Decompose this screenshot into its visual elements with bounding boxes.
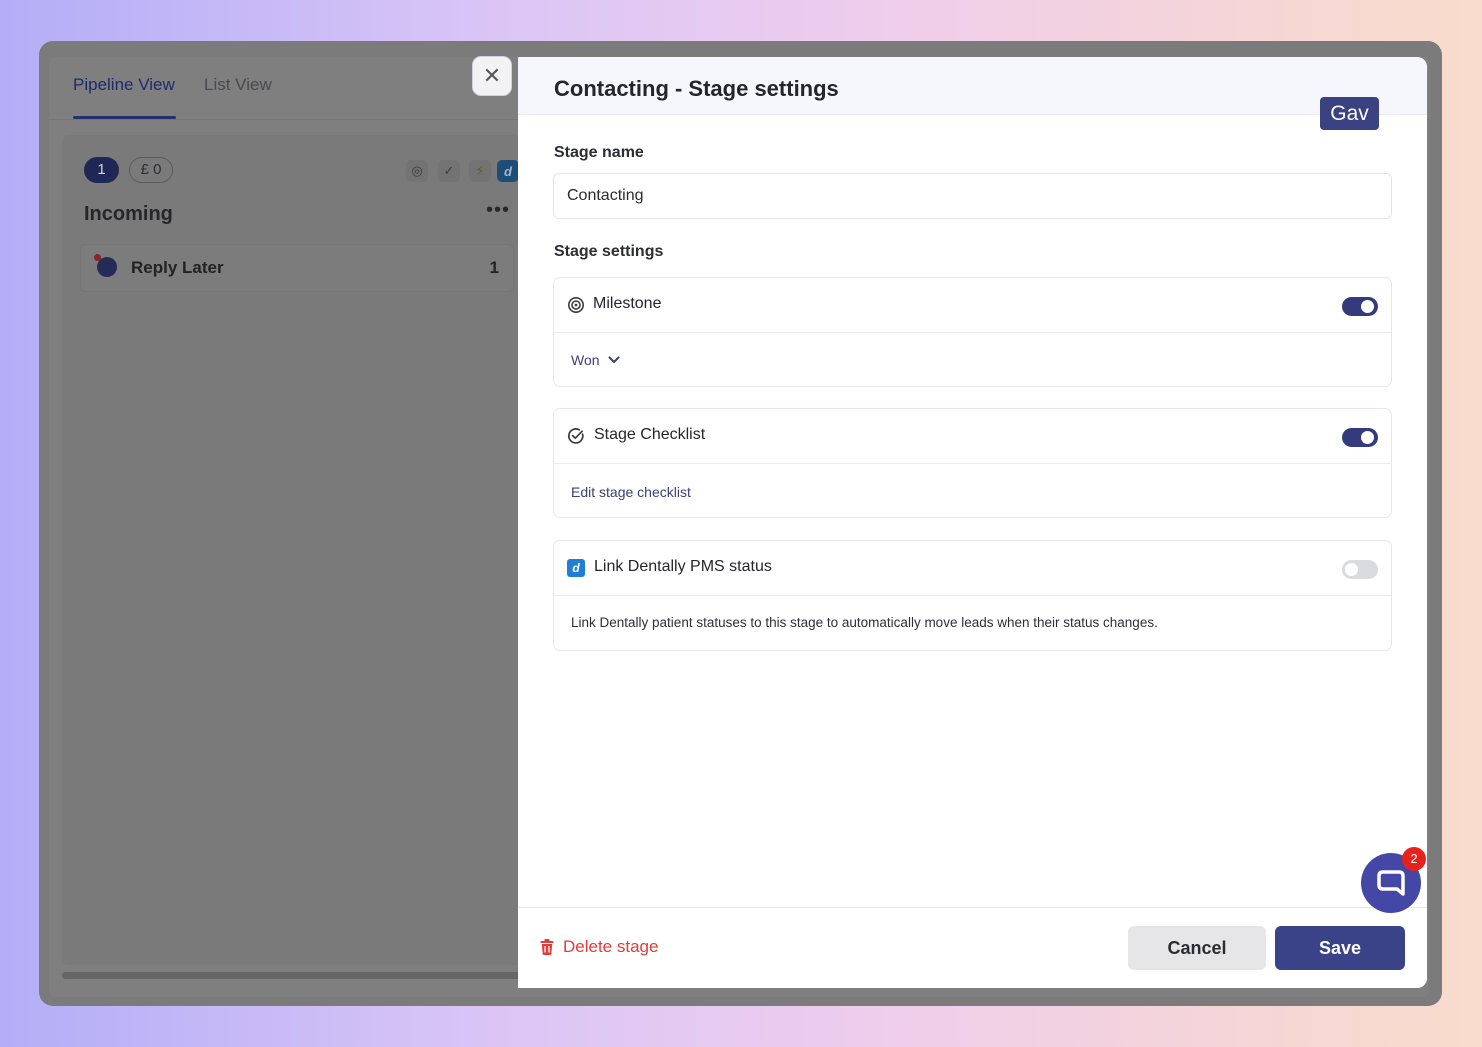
edit-stage-checklist-link[interactable]: Edit stage checklist bbox=[571, 484, 691, 500]
chevron-down-icon bbox=[608, 356, 620, 363]
dentally-toggle[interactable] bbox=[1342, 560, 1378, 579]
delete-stage-button[interactable]: Delete stage bbox=[540, 937, 658, 957]
dentally-card-body: Link Dentally patient statuses to this s… bbox=[554, 596, 1391, 650]
dentally-icon: d bbox=[497, 160, 519, 182]
stage-name-input[interactable] bbox=[553, 173, 1392, 219]
lightning-icon: ⚡ bbox=[469, 160, 491, 182]
check-circle-icon: ✓ bbox=[438, 160, 460, 182]
dentally-card: d Link Dentally PMS status Link Dentally… bbox=[553, 540, 1392, 651]
column-value-badge: £ 0 bbox=[129, 157, 173, 183]
milestone-selected-value: Won bbox=[571, 352, 600, 368]
horizontal-scrollbar[interactable] bbox=[62, 972, 532, 979]
toggle-knob bbox=[1345, 563, 1358, 576]
milestone-title: Milestone bbox=[593, 295, 662, 312]
milestone-toggle[interactable] bbox=[1342, 297, 1378, 316]
pipeline-column: 1 £ 0 ◎ ✓ ⚡ d Incoming ••• Reply Later 1 bbox=[62, 135, 532, 965]
dentally-title: Link Dentally PMS status bbox=[594, 558, 772, 575]
stage-settings-panel: Contacting - Stage settings Gav Stage na… bbox=[518, 57, 1427, 988]
close-panel-button[interactable]: ✕ bbox=[472, 56, 512, 96]
milestone-card: Milestone Won bbox=[553, 277, 1392, 387]
dentally-card-header: d Link Dentally PMS status bbox=[554, 541, 1391, 596]
checklist-toggle[interactable] bbox=[1342, 428, 1378, 447]
user-badge: Gav bbox=[1320, 97, 1379, 130]
notification-dot bbox=[94, 254, 101, 261]
chat-icon bbox=[1377, 870, 1405, 896]
chat-unread-badge: 2 bbox=[1402, 847, 1426, 871]
check-circle-icon bbox=[567, 428, 584, 444]
checklist-title: Stage Checklist bbox=[594, 426, 706, 443]
tab-list-view[interactable]: List View bbox=[204, 75, 272, 95]
delete-stage-label: Delete stage bbox=[563, 937, 659, 956]
checklist-card-body: Edit stage checklist bbox=[554, 464, 1391, 517]
stage-name-label: Stage name bbox=[554, 144, 644, 161]
cancel-button[interactable]: Cancel bbox=[1128, 926, 1266, 970]
dentally-description: Link Dentally patient statuses to this s… bbox=[571, 615, 1158, 630]
checklist-card: Stage Checklist Edit stage checklist bbox=[553, 408, 1392, 518]
lead-count: 1 bbox=[489, 258, 499, 277]
milestone-card-body: Won bbox=[554, 333, 1391, 386]
list-item[interactable]: Reply Later 1 bbox=[80, 244, 514, 292]
checklist-card-header: Stage Checklist bbox=[554, 409, 1391, 464]
milestone-card-header: Milestone bbox=[554, 278, 1391, 333]
active-tab-indicator bbox=[73, 116, 176, 119]
more-dots-icon[interactable]: ••• bbox=[486, 199, 510, 222]
toggle-knob bbox=[1361, 300, 1374, 313]
clock-icon bbox=[97, 257, 117, 277]
target-icon: ◎ bbox=[406, 160, 428, 182]
dentally-icon: d bbox=[567, 559, 585, 577]
trash-icon bbox=[540, 939, 554, 955]
panel-header: Contacting - Stage settings bbox=[518, 57, 1427, 115]
tab-pipeline-view[interactable]: Pipeline View bbox=[73, 75, 175, 95]
panel-footer: Delete stage Cancel Save bbox=[518, 907, 1427, 988]
save-button[interactable]: Save bbox=[1275, 926, 1405, 970]
target-icon bbox=[568, 297, 584, 313]
toggle-knob bbox=[1361, 431, 1374, 444]
page-title: Contacting - Stage settings bbox=[554, 76, 839, 101]
lead-count-badge: 1 bbox=[84, 157, 119, 183]
lead-name: Reply Later bbox=[131, 258, 224, 277]
stage-settings-label: Stage settings bbox=[554, 243, 664, 260]
milestone-select[interactable]: Won bbox=[571, 352, 620, 368]
close-icon: ✕ bbox=[482, 63, 502, 88]
column-title: Incoming bbox=[84, 203, 173, 225]
